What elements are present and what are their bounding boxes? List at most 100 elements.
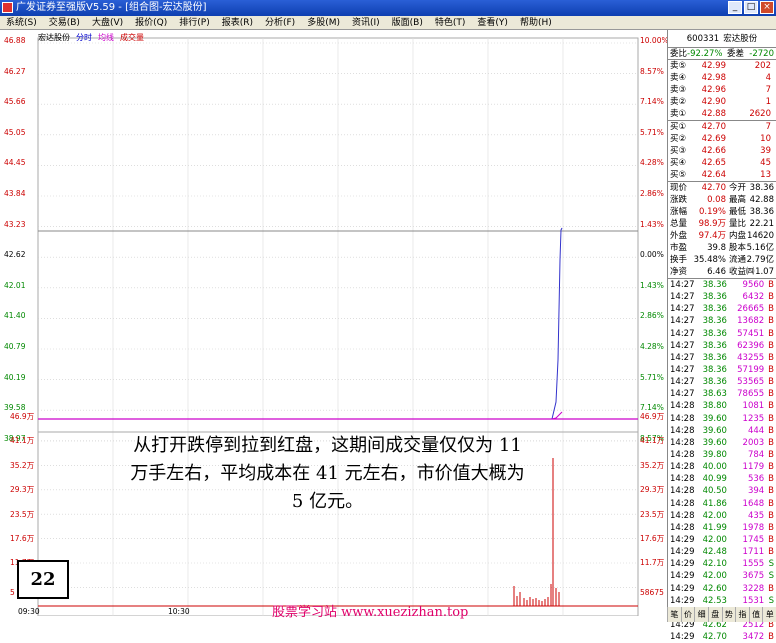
price-tick-label: 45.66 [4,97,26,107]
panel-tab-5[interactable]: 指 [735,607,749,622]
tick-volume: 1555 [742,559,765,570]
page-badge: 22 [17,560,69,599]
tick-volume: 1648 [742,498,765,509]
tick-price: 38.80 [702,401,727,412]
tick-row: 14:29 42.10 1555 S [668,558,776,570]
menu-item-5[interactable]: 报表(R) [216,16,259,29]
panel-tab-0[interactable]: 笔 [667,607,681,622]
annotation-text: 从打开跌停到拉到红盘，这期间成交量仅仅为 11 万手左右，平均成本在 41 元左… [130,435,525,512]
menu-item-1[interactable]: 交易(B) [43,16,86,29]
tick-volume: 1081 [742,401,765,412]
tick-time: 14:29 [670,534,695,545]
panel-tab-1[interactable]: 价 [680,607,695,622]
tick-flag: B [768,510,774,521]
quote-label-2: 最低 [729,207,747,217]
tick-time: 14:29 [670,632,695,643]
stock-code: 600331 [686,34,720,44]
asks-price: 42.88 [701,109,726,119]
panel-tab-4[interactable]: 势 [721,607,736,622]
quote-label-2: 股本 [729,243,747,253]
bids-label: 买⑤ [670,170,687,180]
tick-price: 42.53 [702,595,727,606]
quote-value: 6.46 [707,267,726,277]
panel-tab-3[interactable]: 盘 [707,607,722,622]
tick-price: 38.36 [702,377,727,388]
tick-volume: 435 [747,510,765,521]
tick-flag: B [768,534,774,545]
menu-item-10[interactable]: 特色(T) [429,16,472,29]
asks-volume: 4 [765,73,771,83]
tick-price: 38.36 [702,280,727,290]
menu-item-0[interactable]: 系统(S) [0,16,43,29]
close-button[interactable]: × [760,1,774,14]
panel-tab-6[interactable]: 值 [748,607,763,622]
minimize-button[interactable]: _ [728,1,742,14]
tick-time: 14:27 [670,328,695,339]
tick-time: 14:29 [670,559,695,570]
weibi-label: 委比 [670,49,688,59]
tick-flag: B [768,377,774,388]
tick-volume: 13682 [737,316,765,327]
tick-price: 41.86 [702,498,727,509]
tick-price: 38.36 [702,364,727,375]
tick-time: 14:28 [670,401,695,412]
menu-item-7[interactable]: 多股(M) [301,16,346,29]
asks-price: 42.99 [701,61,726,71]
tick-flag: B [768,401,774,412]
tick-time: 14:27 [670,364,695,375]
tick-time: 14:28 [670,413,695,424]
tick-time: 14:27 [670,316,695,327]
tick-row: 14:28 40.00 1179 B [668,461,776,473]
weicha-value: -2720 [749,49,774,59]
bids-label: 买② [670,134,687,144]
pct-tick-label: 4.28% [640,342,664,351]
menu-item-8[interactable]: 资讯(I) [346,16,386,29]
tick-volume: 62396 [737,340,765,351]
chart-legend: 宏达股份 分时 均线 成交量 [38,32,144,43]
menu-item-3[interactable]: 报价(Q) [129,16,173,29]
tick-row: 14:27 38.36 26665 B [668,303,776,315]
tick-row: 14:28 39.60 1235 B [668,413,776,425]
menu-item-2[interactable]: 大盘(V) [86,16,129,29]
tick-row: 14:29 42.60 3228 B [668,583,776,595]
tick-row: 14:29 42.00 3675 S [668,570,776,582]
volume-tick-label-right: 35.2万 [640,460,665,470]
quote-label: 总量 [670,219,688,229]
tick-price: 42.48 [702,547,727,558]
maximize-button[interactable]: □ [744,1,758,14]
tick-flag: S [768,595,774,606]
tick-price: 39.80 [702,449,727,460]
panel-tab-2[interactable]: 细 [694,607,708,622]
asks-label: 卖① [670,109,687,119]
tick-row: 14:28 41.86 1648 B [668,498,776,510]
tick-row: 14:28 40.50 394 B [668,485,776,497]
price-tick-label: 46.88 [4,36,26,45]
volume-tick-label-right: 17.6万 [640,534,665,543]
menu-item-6[interactable]: 分析(F) [259,16,301,29]
quote-value: 0.08 [707,195,726,205]
tick-volume: 444 [747,425,765,436]
tick-price: 40.99 [702,474,727,485]
tick-row: 14:28 39.60 444 B [668,425,776,437]
menu-item-12[interactable]: 帮助(H) [514,16,558,29]
menu-item-9[interactable]: 版面(B) [386,16,429,29]
menu-item-4[interactable]: 排行(P) [173,16,215,29]
tick-time: 14:28 [670,498,695,509]
tick-flag: B [768,413,774,424]
tick-time: 14:27 [670,292,695,303]
quote-value-2: 22.21 [749,219,774,229]
menu-item-11[interactable]: 查看(Y) [471,16,514,29]
tick-volume: 6432 [742,292,765,303]
tick-flag: B [768,522,774,533]
panel-tab-7[interactable]: 单 [762,607,776,622]
tick-flag: B [768,292,774,303]
tick-flag: B [768,498,774,509]
tick-row: 14:27 38.36 13682 B [668,315,776,327]
weicha-label: 委差 [727,49,745,59]
asks-price: 42.90 [701,97,726,107]
tick-row: 14:27 38.36 6432 B [668,291,776,303]
tick-time: 14:27 [670,389,695,400]
title-bar: 广发证券至强版V5.59 - [组合图-宏达股份] _ □ × [0,0,776,16]
quote-label: 涨跌 [670,195,688,205]
tick-row: 14:28 42.00 435 B [668,510,776,522]
